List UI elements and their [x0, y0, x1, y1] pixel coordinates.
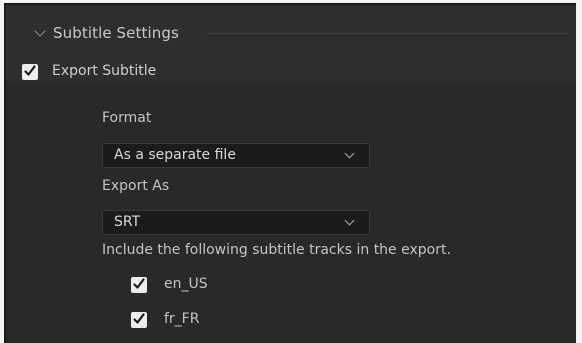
checkmark-icon: [24, 65, 36, 76]
header-divider: [206, 33, 568, 34]
chevron-down-icon: [344, 215, 355, 226]
export-as-label: Export As: [102, 178, 170, 194]
checkmark-icon: [133, 313, 145, 324]
section-title: Subtitle Settings: [53, 24, 179, 42]
export-subtitle-label: Export Subtitle: [52, 63, 157, 79]
chevron-down-icon: [344, 148, 355, 159]
track-en-us-checkbox[interactable]: [131, 277, 147, 293]
section-header: Subtitle Settings Export Subtitle: [6, 5, 576, 83]
track-fr-fr-checkbox[interactable]: [131, 312, 147, 328]
tracks-description: Include the following subtitle tracks in…: [102, 242, 451, 258]
format-label: Format: [102, 110, 152, 126]
checkmark-icon: [133, 278, 145, 289]
section-toggle[interactable]: Subtitle Settings: [34, 21, 179, 45]
export-as-dropdown-value: SRT: [114, 214, 141, 230]
track-en-us-label: en_US: [164, 276, 208, 292]
subtitle-settings-panel: Subtitle Settings Export Subtitle Format…: [4, 3, 576, 343]
track-fr-fr-label: fr_FR: [164, 311, 200, 327]
chevron-down-icon[interactable]: [34, 24, 46, 37]
format-dropdown-value: As a separate file: [114, 147, 236, 163]
export-as-dropdown[interactable]: SRT: [102, 210, 370, 235]
format-dropdown[interactable]: As a separate file: [102, 143, 370, 168]
export-subtitle-checkbox[interactable]: [22, 64, 38, 80]
